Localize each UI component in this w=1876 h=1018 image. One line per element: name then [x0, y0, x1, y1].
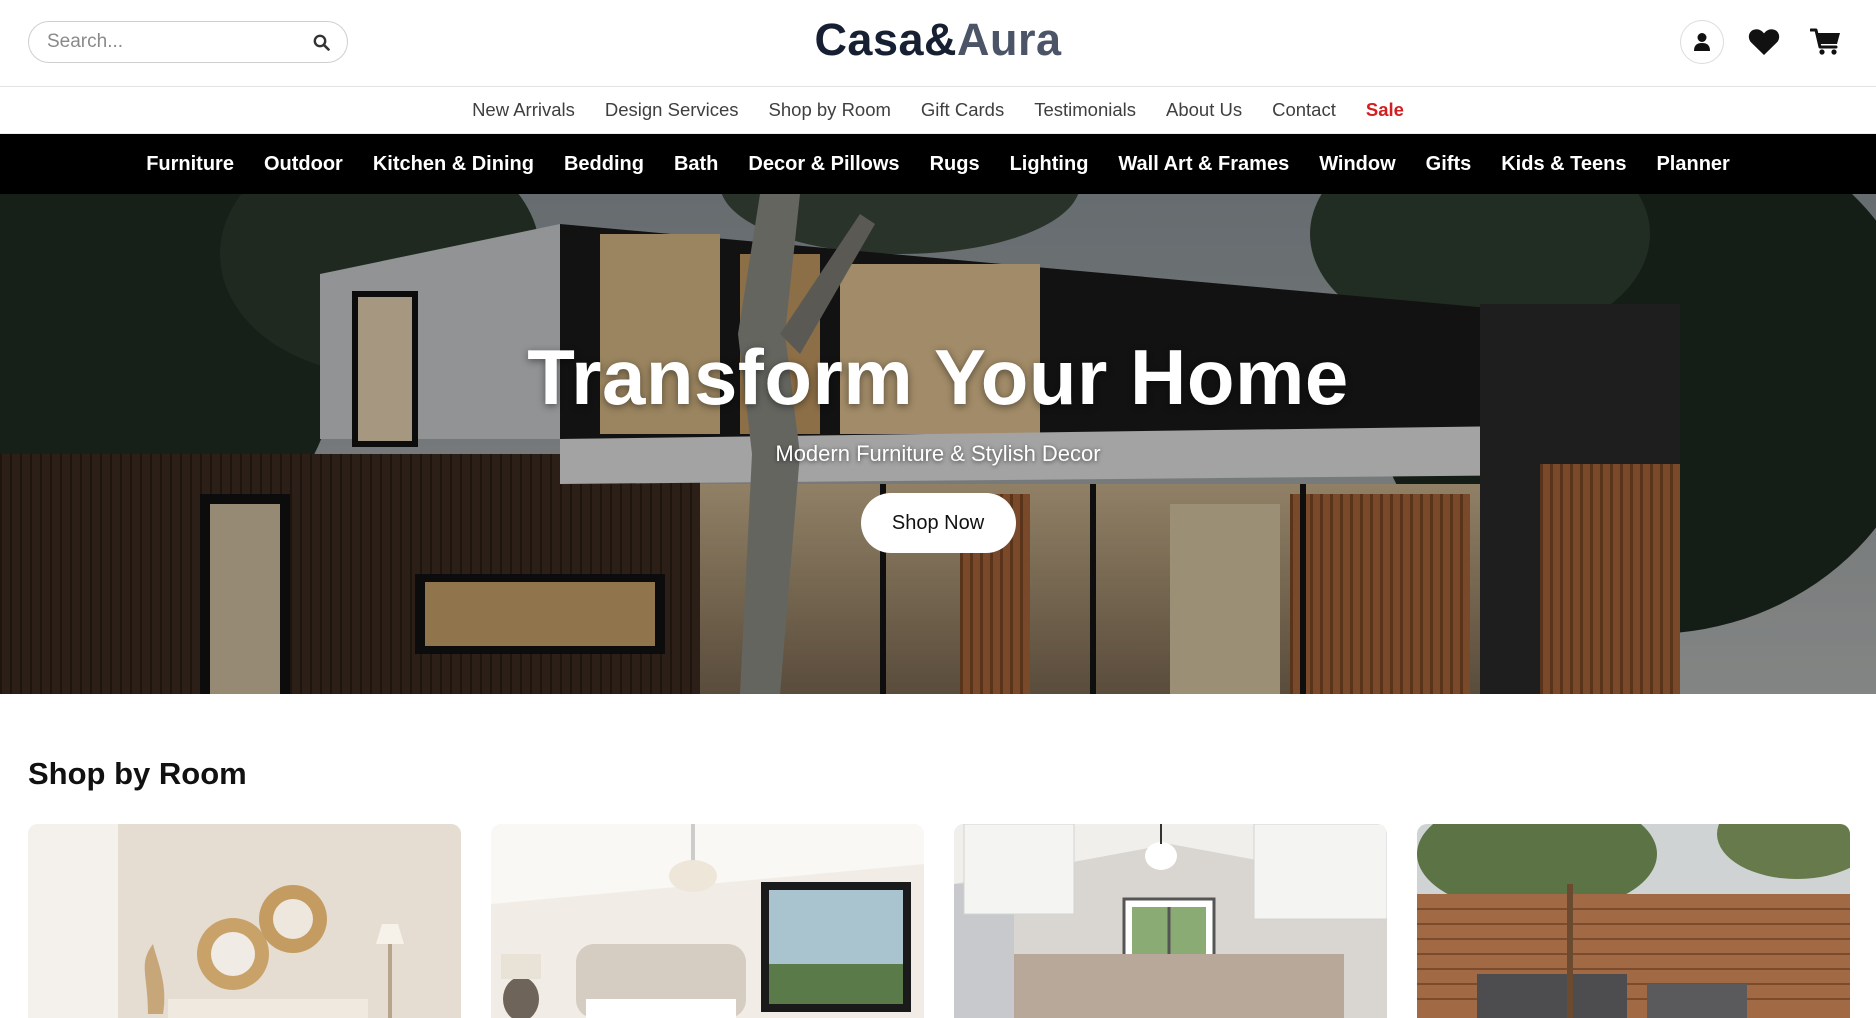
category-gifts[interactable]: Gifts — [1426, 153, 1472, 176]
category-window[interactable]: Window — [1319, 153, 1395, 176]
cart-icon[interactable] — [1804, 20, 1848, 64]
category-outdoor[interactable]: Outdoor — [264, 153, 343, 176]
living-room-image — [28, 824, 461, 1018]
category-wall-art-frames[interactable]: Wall Art & Frames — [1118, 153, 1289, 176]
room-cards — [28, 824, 1850, 1018]
category-bath[interactable]: Bath — [674, 153, 718, 176]
category-furniture[interactable]: Furniture — [146, 153, 234, 176]
category-decor-pillows[interactable]: Decor & Pillows — [748, 153, 899, 176]
nav-design-services[interactable]: Design Services — [605, 99, 739, 121]
hero-banner: Transform Your Home Modern Furniture & S… — [0, 194, 1876, 694]
logo-part-1: Casa& — [814, 14, 958, 65]
nav-gift-cards[interactable]: Gift Cards — [921, 99, 1004, 121]
hero-subtitle: Modern Furniture & Stylish Decor — [775, 441, 1101, 466]
heart-icon[interactable] — [1742, 20, 1786, 64]
category-lighting[interactable]: Lighting — [1010, 153, 1089, 176]
outdoor-image — [1417, 824, 1850, 1018]
room-card-bedroom[interactable] — [491, 824, 924, 1018]
nav-testimonials[interactable]: Testimonials — [1034, 99, 1136, 121]
category-rugs[interactable]: Rugs — [930, 153, 980, 176]
bedroom-image — [491, 824, 924, 1018]
nav-sale[interactable]: Sale — [1366, 99, 1404, 121]
site-header: Casa&Aura — [0, 0, 1876, 87]
site-logo[interactable]: Casa&Aura — [0, 14, 1876, 66]
room-card-kitchen[interactable] — [954, 824, 1387, 1018]
shop-by-room-title: Shop by Room — [28, 756, 247, 791]
nav-contact[interactable]: Contact — [1272, 99, 1336, 121]
category-kids-teens[interactable]: Kids & Teens — [1501, 153, 1626, 176]
user-icon[interactable] — [1680, 20, 1724, 64]
header-actions — [1680, 20, 1848, 64]
category-kitchen-dining[interactable]: Kitchen & Dining — [373, 153, 534, 176]
logo-part-2: Aura — [957, 14, 1062, 65]
nav-shop-by-room[interactable]: Shop by Room — [769, 99, 891, 121]
category-nav: Furniture Outdoor Kitchen & Dining Beddi… — [0, 134, 1876, 194]
nav-new-arrivals[interactable]: New Arrivals — [472, 99, 575, 121]
hero-title: Transform Your Home — [527, 333, 1349, 421]
shop-now-button[interactable]: Shop Now — [860, 493, 1016, 553]
kitchen-image — [954, 824, 1387, 1018]
secondary-nav: New Arrivals Design Services Shop by Roo… — [0, 87, 1876, 134]
nav-about-us[interactable]: About Us — [1166, 99, 1242, 121]
hero-content: Transform Your Home Modern Furniture & S… — [0, 194, 1876, 694]
category-bedding[interactable]: Bedding — [564, 153, 644, 176]
category-planner[interactable]: Planner — [1656, 153, 1729, 176]
room-card-living-room[interactable] — [28, 824, 461, 1018]
room-card-outdoor[interactable] — [1417, 824, 1850, 1018]
